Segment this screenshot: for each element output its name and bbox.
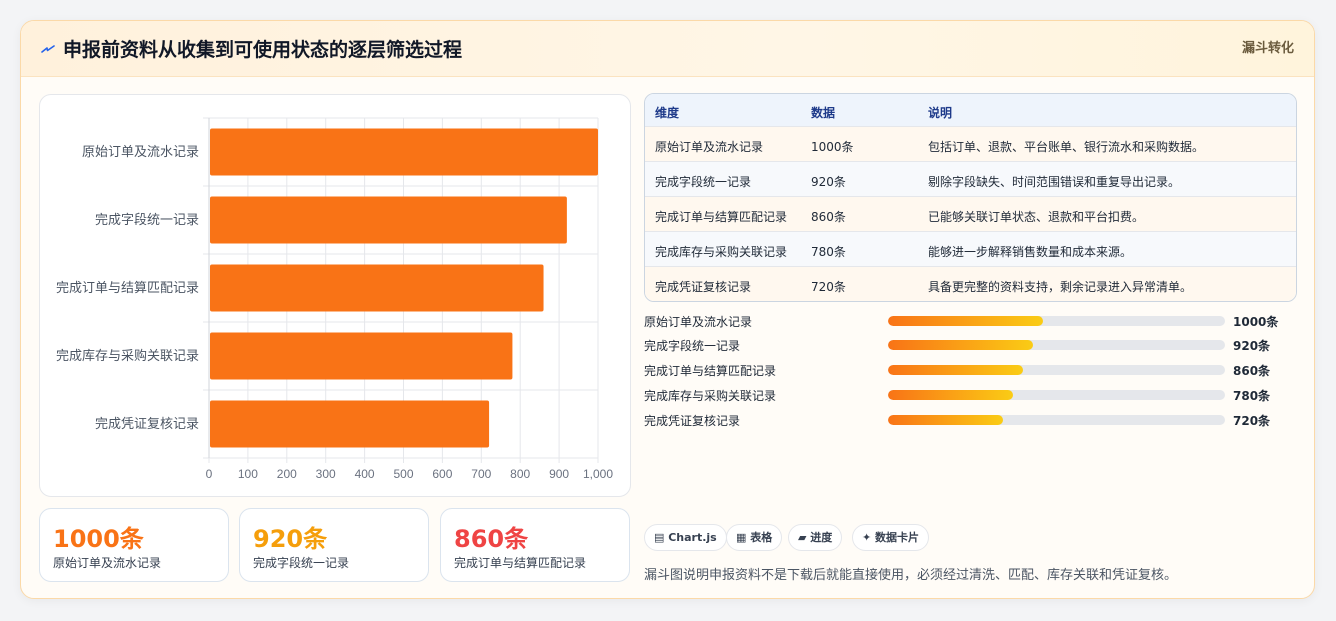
chip-progress[interactable]: ▰ 进度 (788, 524, 843, 551)
card-header: 申报前资料从收集到可使用状态的逐层筛选过程 漏斗转化 (21, 21, 1314, 77)
progress-fill (888, 365, 1023, 375)
table-row: 完成库存与采购关联记录 780条 能够进一步解释销售数量和成本来源。 (645, 232, 1296, 267)
stat-value: 1000条 (53, 525, 144, 553)
chip-table[interactable]: ▦ 表格 (726, 524, 783, 551)
lightning-icon (41, 45, 55, 53)
progress-value: 720条 (1233, 414, 1271, 428)
progress-track (888, 316, 1225, 326)
x-tick-label: 500 (393, 467, 413, 481)
x-tick-label: 300 (316, 467, 336, 481)
table-cell: 具备更完整的资料支持，剩余记录进入异常清单。 (928, 280, 1193, 294)
bar (210, 196, 567, 244)
table-header-cell: 数据 (811, 106, 836, 120)
table-row: 完成订单与结算匹配记录 860条 已能够关联订单状态、退款和平台扣费。 (645, 197, 1296, 232)
x-tick-label: 700 (471, 467, 491, 481)
progress-item: 完成字段统一记录 920条 (644, 335, 1304, 355)
data-table: 维度 数据 说明 原始订单及流水记录 1000条 包括订单、退款、平台账单、银行… (644, 93, 1297, 302)
bar (210, 264, 544, 312)
stat-card-2: 920条 完成字段统一记录 (239, 508, 429, 582)
bar (210, 128, 598, 176)
x-tick-label: 600 (432, 467, 452, 481)
progress-fill (888, 340, 1033, 350)
progress-label: 原始订单及流水记录 (644, 315, 753, 329)
progress-label: 完成凭证复核记录 (644, 414, 741, 428)
table-cell: 包括订单、退款、平台账单、银行流水和采购数据。 (928, 140, 1205, 154)
bar (210, 400, 490, 448)
table-header-cell: 维度 (655, 106, 680, 120)
progress-track (888, 415, 1225, 425)
x-tick-label: 900 (549, 467, 569, 481)
table-cell: 完成字段统一记录 (655, 175, 752, 189)
y-tick-label: 完成凭证复核记录 (95, 417, 199, 432)
progress-item: 原始订单及流水记录 1000条 (644, 311, 1304, 331)
funnel-tag: 漏斗转化 (1241, 41, 1294, 56)
table-cell: 完成库存与采购关联记录 (655, 245, 788, 259)
stat-card-1: 1000条 原始订单及流水记录 (39, 508, 229, 582)
x-tick-label: 800 (510, 467, 530, 481)
page-title: 申报前资料从收集到可使用状态的逐层筛选过程 (63, 39, 463, 61)
stat-value: 860条 (454, 525, 529, 553)
progress-value: 1000条 (1233, 315, 1279, 329)
progress-track (888, 365, 1225, 375)
y-tick-label: 完成库存与采购关联记录 (56, 348, 199, 364)
stat-label: 完成字段统一记录 (253, 556, 350, 570)
y-tick-label: 完成字段统一记录 (95, 213, 199, 228)
chip-chartjs[interactable]: ▤ Chart.js (644, 524, 727, 551)
x-tick-label: 100 (238, 467, 258, 481)
y-tick-label: 完成订单与结算匹配记录 (56, 281, 199, 296)
table-cell: 剔除字段缺失、时间范围错误和重复导出记录。 (928, 175, 1181, 189)
table-header-row: 维度 数据 说明 (645, 94, 1296, 127)
progress-item: 完成库存与采购关联记录 780条 (644, 385, 1304, 405)
x-tick-label: 200 (277, 467, 297, 481)
stat-label: 原始订单及流水记录 (53, 556, 162, 570)
table-row: 原始订单及流水记录 1000条 包括订单、退款、平台账单、银行流水和采购数据。 (645, 127, 1296, 162)
table-cell: 能够进一步解释销售数量和成本来源。 (928, 245, 1133, 259)
summary-note: 漏斗图说明申报资料不是下载后就能直接使用，必须经过清洗、匹配、库存关联和凭证复核… (644, 568, 1178, 583)
table-cell: 原始订单及流水记录 (655, 140, 764, 154)
table-cell: 完成订单与结算匹配记录 (655, 210, 788, 224)
stat-value: 920条 (253, 525, 328, 553)
stat-card-3: 860条 完成订单与结算匹配记录 (440, 508, 630, 582)
progress-value: 860条 (1233, 364, 1271, 378)
table-cell: 1000条 (811, 140, 854, 154)
table-cell: 已能够关联订单状态、退款和平台扣费。 (928, 210, 1145, 224)
x-tick-label: 400 (355, 467, 375, 481)
table-cell: 920条 (811, 175, 846, 189)
table-header-cell: 说明 (928, 106, 953, 120)
table-cell: 780条 (811, 245, 846, 259)
table-cell: 720条 (811, 280, 846, 294)
progress-label: 完成字段统一记录 (644, 339, 741, 353)
bar (210, 332, 513, 380)
table-row: 完成字段统一记录 920条 剔除字段缺失、时间范围错误和重复导出记录。 (645, 162, 1296, 197)
bar-chart: 0 100 200 300 400 500 600 700 800 900 1,000 原始订单及流水… (56, 117, 613, 481)
chip-data-card[interactable]: ✦ 数据卡片 (852, 524, 930, 551)
progress-value: 780条 (1233, 389, 1271, 403)
bar-chart-panel: 0 100 200 300 400 500 600 700 800 900 1,000 原始订单及流水… (39, 94, 631, 497)
progress-fill (888, 390, 1013, 400)
progress-fill (888, 415, 1003, 425)
stat-label: 完成订单与结算匹配记录 (454, 556, 587, 570)
progress-track (888, 390, 1225, 400)
table-cell: 860条 (811, 210, 846, 224)
progress-fill (888, 316, 1044, 326)
table-cell: 完成凭证复核记录 (655, 280, 752, 294)
funnel-card: 申报前资料从收集到可使用状态的逐层筛选过程 漏斗转化 0 100 200 300 400… (20, 20, 1315, 599)
progress-label: 完成订单与结算匹配记录 (644, 364, 777, 378)
progress-value: 920条 (1233, 339, 1271, 353)
x-tick-label: 1,000 (583, 467, 613, 481)
table-row: 完成凭证复核记录 720条 具备更完整的资料支持，剩余记录进入异常清单。 (645, 267, 1296, 301)
progress-track (888, 340, 1225, 350)
progress-label: 完成库存与采购关联记录 (644, 389, 777, 403)
progress-item: 完成订单与结算匹配记录 860条 (644, 360, 1304, 380)
x-tick-label: 0 (206, 467, 213, 481)
progress-item: 完成凭证复核记录 720条 (644, 410, 1304, 430)
y-tick-label: 原始订单及流水记录 (82, 145, 199, 160)
